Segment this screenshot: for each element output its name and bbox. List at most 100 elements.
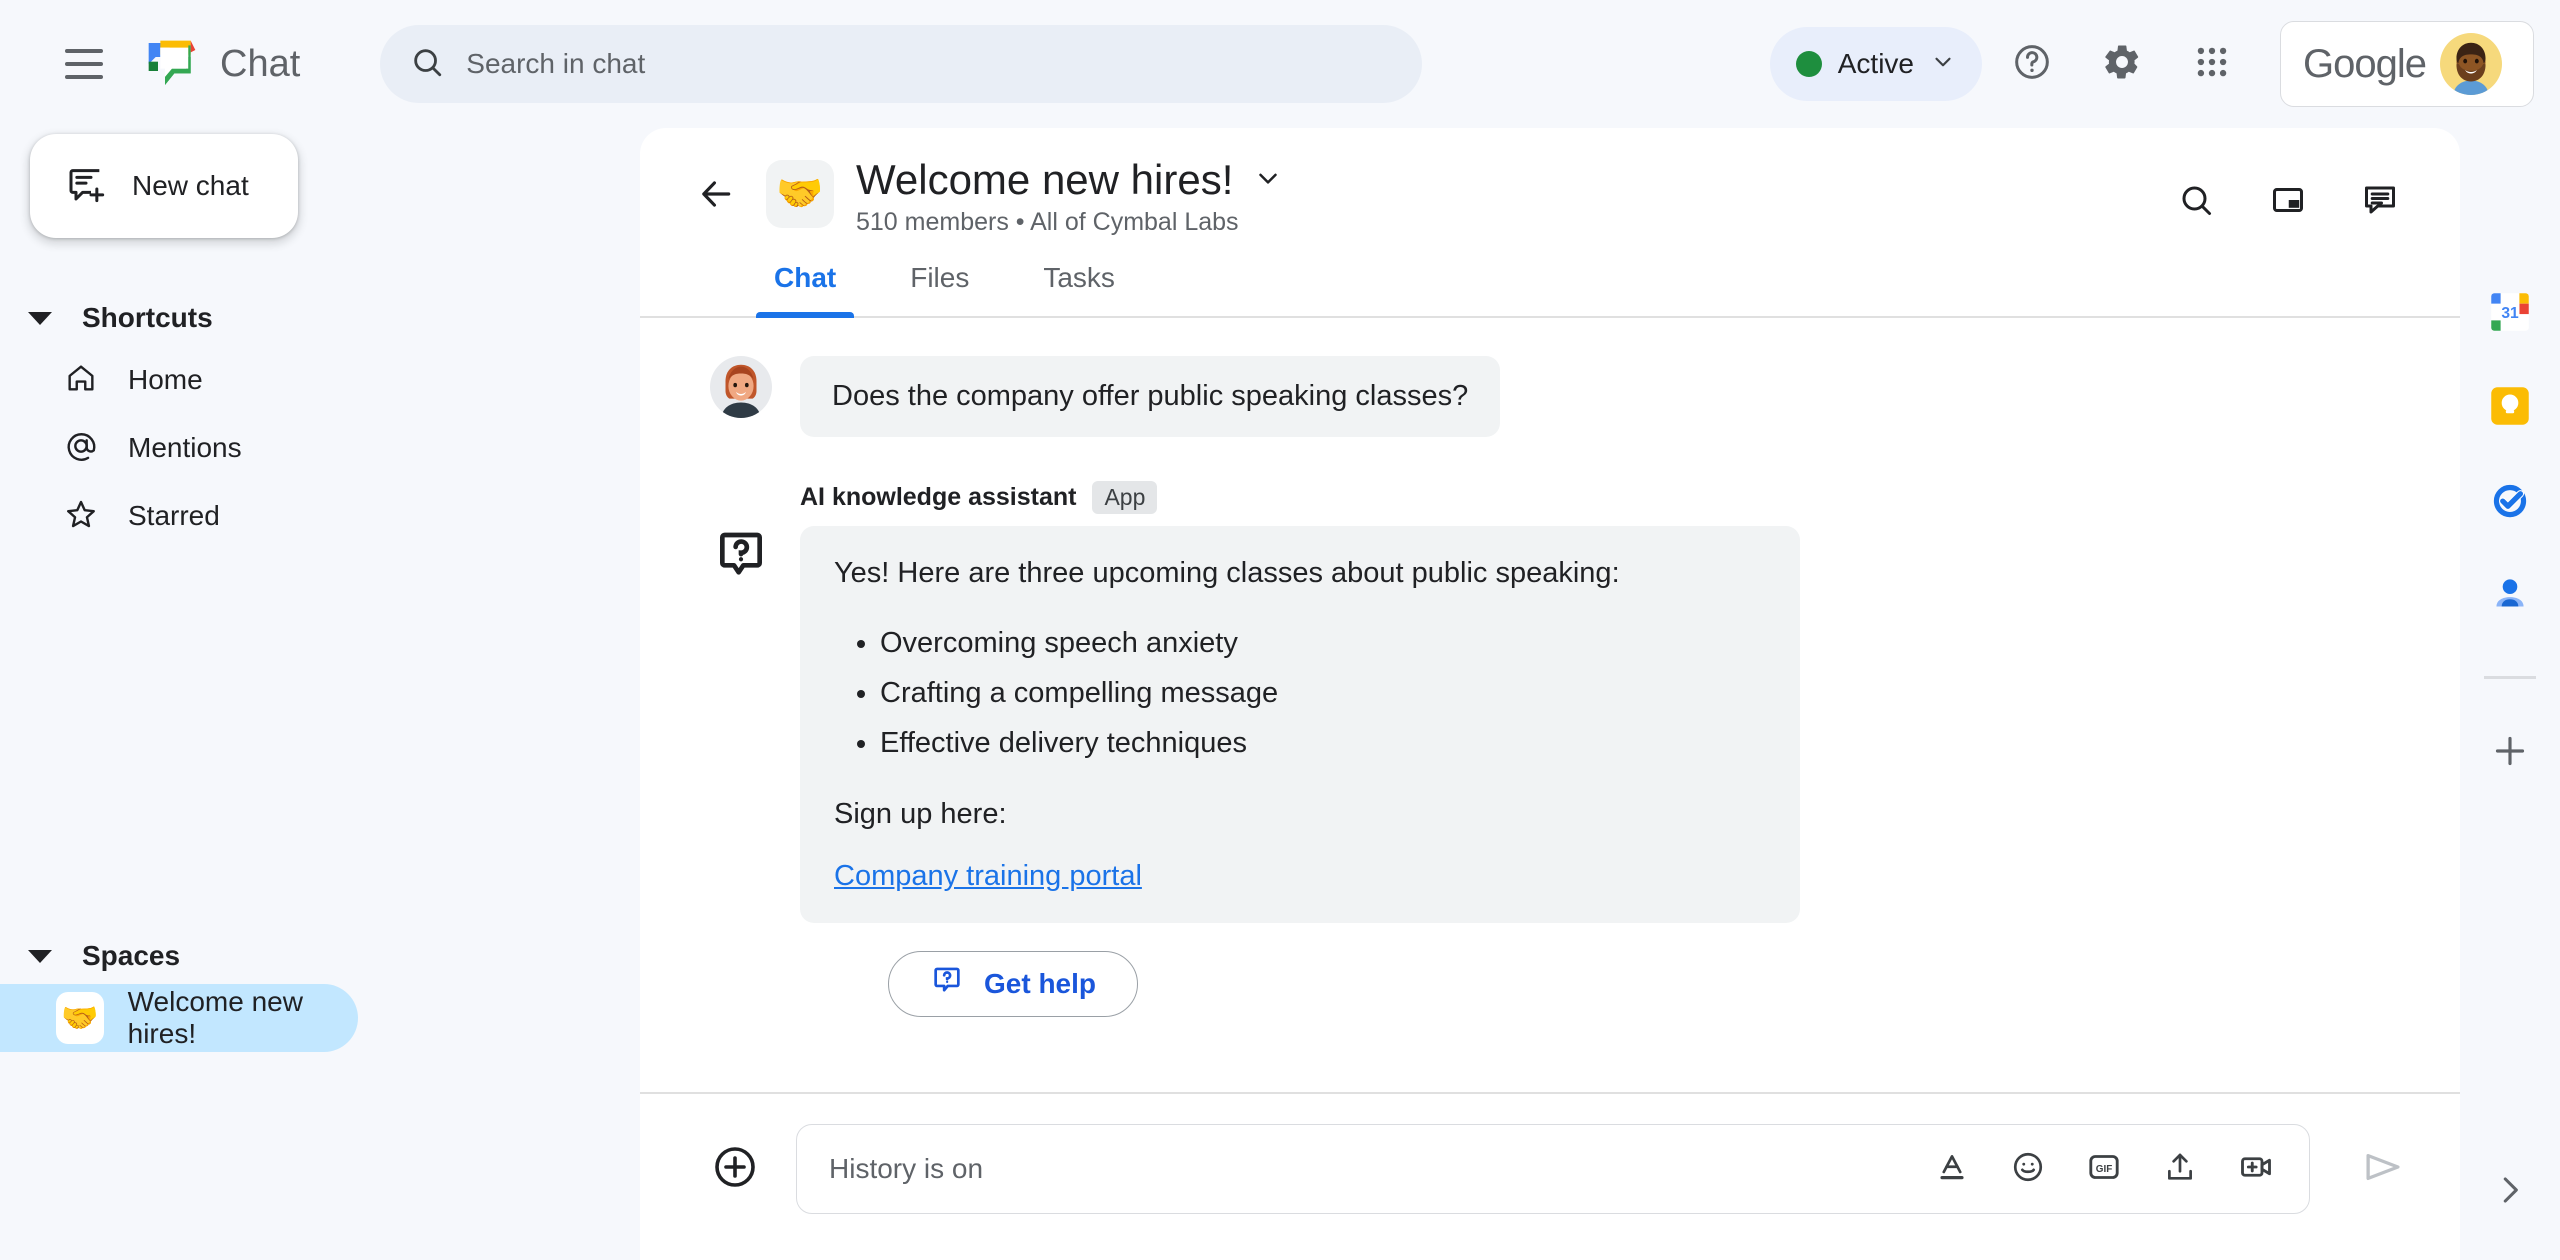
new-chat-icon	[66, 164, 106, 209]
tab-chat[interactable]: Chat	[748, 262, 862, 318]
add-app-button[interactable]	[2480, 723, 2540, 783]
send-button[interactable]	[2346, 1132, 2420, 1206]
help-circle-icon	[2012, 42, 2052, 87]
search-container: Search in chat	[380, 25, 1423, 103]
app-badge: App	[1092, 481, 1158, 514]
message-user: Does the company offer public speaking c…	[680, 356, 2420, 437]
tab-tasks[interactable]: Tasks	[1017, 262, 1141, 316]
composer-placeholder: History is on	[829, 1153, 984, 1184]
new-chat-button[interactable]: New chat	[30, 134, 298, 238]
google-calendar-icon[interactable]: 31	[2480, 282, 2540, 342]
picture-in-picture-icon	[2270, 182, 2306, 223]
apps-grid-icon	[2193, 43, 2231, 86]
space-title-button[interactable]: Welcome new hires!	[856, 156, 1283, 204]
message-input[interactable]: History is on GIF	[796, 1124, 2310, 1214]
add-attachment-button[interactable]	[702, 1136, 768, 1202]
sidebar-item-label: Starred	[128, 500, 220, 531]
tab-files[interactable]: Files	[884, 262, 995, 316]
add-video-icon	[2238, 1149, 2274, 1190]
search-icon	[2178, 182, 2214, 223]
spaces-header[interactable]: Spaces	[0, 928, 640, 984]
app-title: Chat	[220, 42, 301, 85]
get-help-button[interactable]: Get help	[888, 950, 1138, 1017]
expand-panel-button[interactable]	[2480, 1162, 2540, 1222]
left-navigation: New chat Shortcuts Home Mentions Starred…	[0, 128, 640, 1260]
upload-file-button[interactable]	[2149, 1138, 2211, 1200]
sidebar-item-home[interactable]: Home	[0, 346, 640, 414]
message-bubble: Does the company offer public speaking c…	[800, 356, 1501, 437]
shortcuts-title: Shortcuts	[82, 302, 213, 333]
emoji-icon	[2011, 1150, 2045, 1189]
gif-button[interactable]: GIF	[2073, 1138, 2135, 1200]
format-text-icon	[1935, 1150, 1969, 1189]
gear-icon	[2101, 41, 2143, 88]
list-item: Crafting a compelling message	[880, 669, 1766, 719]
status-button[interactable]: Active	[1769, 27, 1982, 101]
plus-icon	[2490, 731, 2530, 776]
shortcuts-header[interactable]: Shortcuts	[0, 290, 640, 346]
help-button[interactable]	[1992, 24, 2072, 104]
arrow-left-icon	[697, 175, 735, 218]
list-item: Overcoming speech anxiety	[880, 619, 1766, 669]
space-tabs: Chat Files Tasks	[640, 262, 2460, 318]
top-bar-actions: Active Google	[1769, 21, 2534, 107]
body: New chat Shortcuts Home Mentions Starred…	[0, 128, 2560, 1260]
google-wordmark: Google	[2303, 41, 2427, 86]
app-message-signup-text: Sign up here:	[834, 797, 1007, 830]
sidebar-item-starred[interactable]: Starred	[0, 482, 640, 550]
sidebar-item-welcome-new-hires[interactable]: 🤝 Welcome new hires!	[0, 984, 358, 1052]
hamburger-menu-icon[interactable]	[48, 28, 120, 100]
add-video-meeting-button[interactable]	[2225, 1138, 2287, 1200]
google-account-button[interactable]: Google	[2280, 21, 2534, 107]
search-in-space-button[interactable]	[2156, 162, 2236, 242]
right-side-panel: 31	[2460, 128, 2560, 1260]
gif-icon: GIF	[2086, 1149, 2122, 1190]
google-contacts-icon[interactable]	[2480, 564, 2540, 624]
spaces-title: Spaces	[82, 940, 181, 971]
chevron-down-icon	[28, 949, 52, 963]
picture-in-picture-button[interactable]	[2248, 162, 2328, 242]
sidebar-item-label: Mentions	[128, 432, 242, 463]
at-mention-icon	[64, 429, 98, 468]
question-bubble-icon	[930, 964, 964, 1003]
space-subtitle: 510 members • All of Cymbal Labs	[856, 208, 1239, 236]
format-button[interactable]	[1921, 1138, 1983, 1200]
status-label: Active	[1837, 48, 1914, 79]
page-title: Welcome new hires!	[856, 156, 1234, 203]
new-chat-label: New chat	[132, 170, 249, 201]
sidebar-item-mentions[interactable]: Mentions	[0, 414, 640, 482]
company-training-portal-link[interactable]: Company training portal	[834, 860, 1142, 893]
google-tasks-icon[interactable]	[2480, 470, 2540, 530]
brand: Chat	[144, 36, 300, 92]
google-apps-button[interactable]	[2172, 24, 2252, 104]
avatar	[2439, 33, 2502, 95]
send-icon	[2362, 1146, 2404, 1193]
google-keep-icon[interactable]	[2480, 376, 2540, 436]
conversation-toggle-button[interactable]	[2340, 162, 2420, 242]
conversation-toggle-icon	[2362, 182, 2398, 223]
chevron-down-icon	[1253, 163, 1283, 198]
app-message-intro: Yes! Here are three upcoming classes abo…	[834, 557, 1620, 589]
status-dot-icon	[1795, 51, 1822, 77]
shortcuts-section: Shortcuts Home Mentions Starred	[0, 290, 640, 550]
search-icon	[410, 45, 444, 84]
top-bar: Chat Search in chat Active Google	[0, 0, 2560, 128]
list-item: Effective delivery techniques	[880, 719, 1766, 769]
app-sender-name: AI knowledge assistant	[800, 483, 1077, 511]
chevron-down-icon	[1930, 49, 1956, 80]
space-label: Welcome new hires!	[127, 986, 303, 1049]
composer-area: History is on GIF	[640, 1092, 2460, 1260]
message-app: AI knowledge assistant App Yes! Here are…	[680, 481, 2420, 1017]
back-button[interactable]	[680, 160, 752, 232]
plus-circle-icon	[711, 1143, 759, 1196]
settings-button[interactable]	[2082, 24, 2162, 104]
space-header-actions	[2156, 154, 2420, 242]
emoji-button[interactable]	[1997, 1138, 2059, 1200]
spaces-section: Spaces 🤝 Welcome new hires!	[0, 928, 640, 1052]
user-avatar	[710, 356, 772, 418]
message-list: Does the company offer public speaking c…	[640, 318, 2460, 1092]
question-bubble-icon	[710, 525, 772, 587]
sidebar-item-label: Home	[128, 364, 203, 395]
google-chat-logo-icon	[144, 36, 200, 92]
search-input[interactable]: Search in chat	[380, 25, 1423, 103]
